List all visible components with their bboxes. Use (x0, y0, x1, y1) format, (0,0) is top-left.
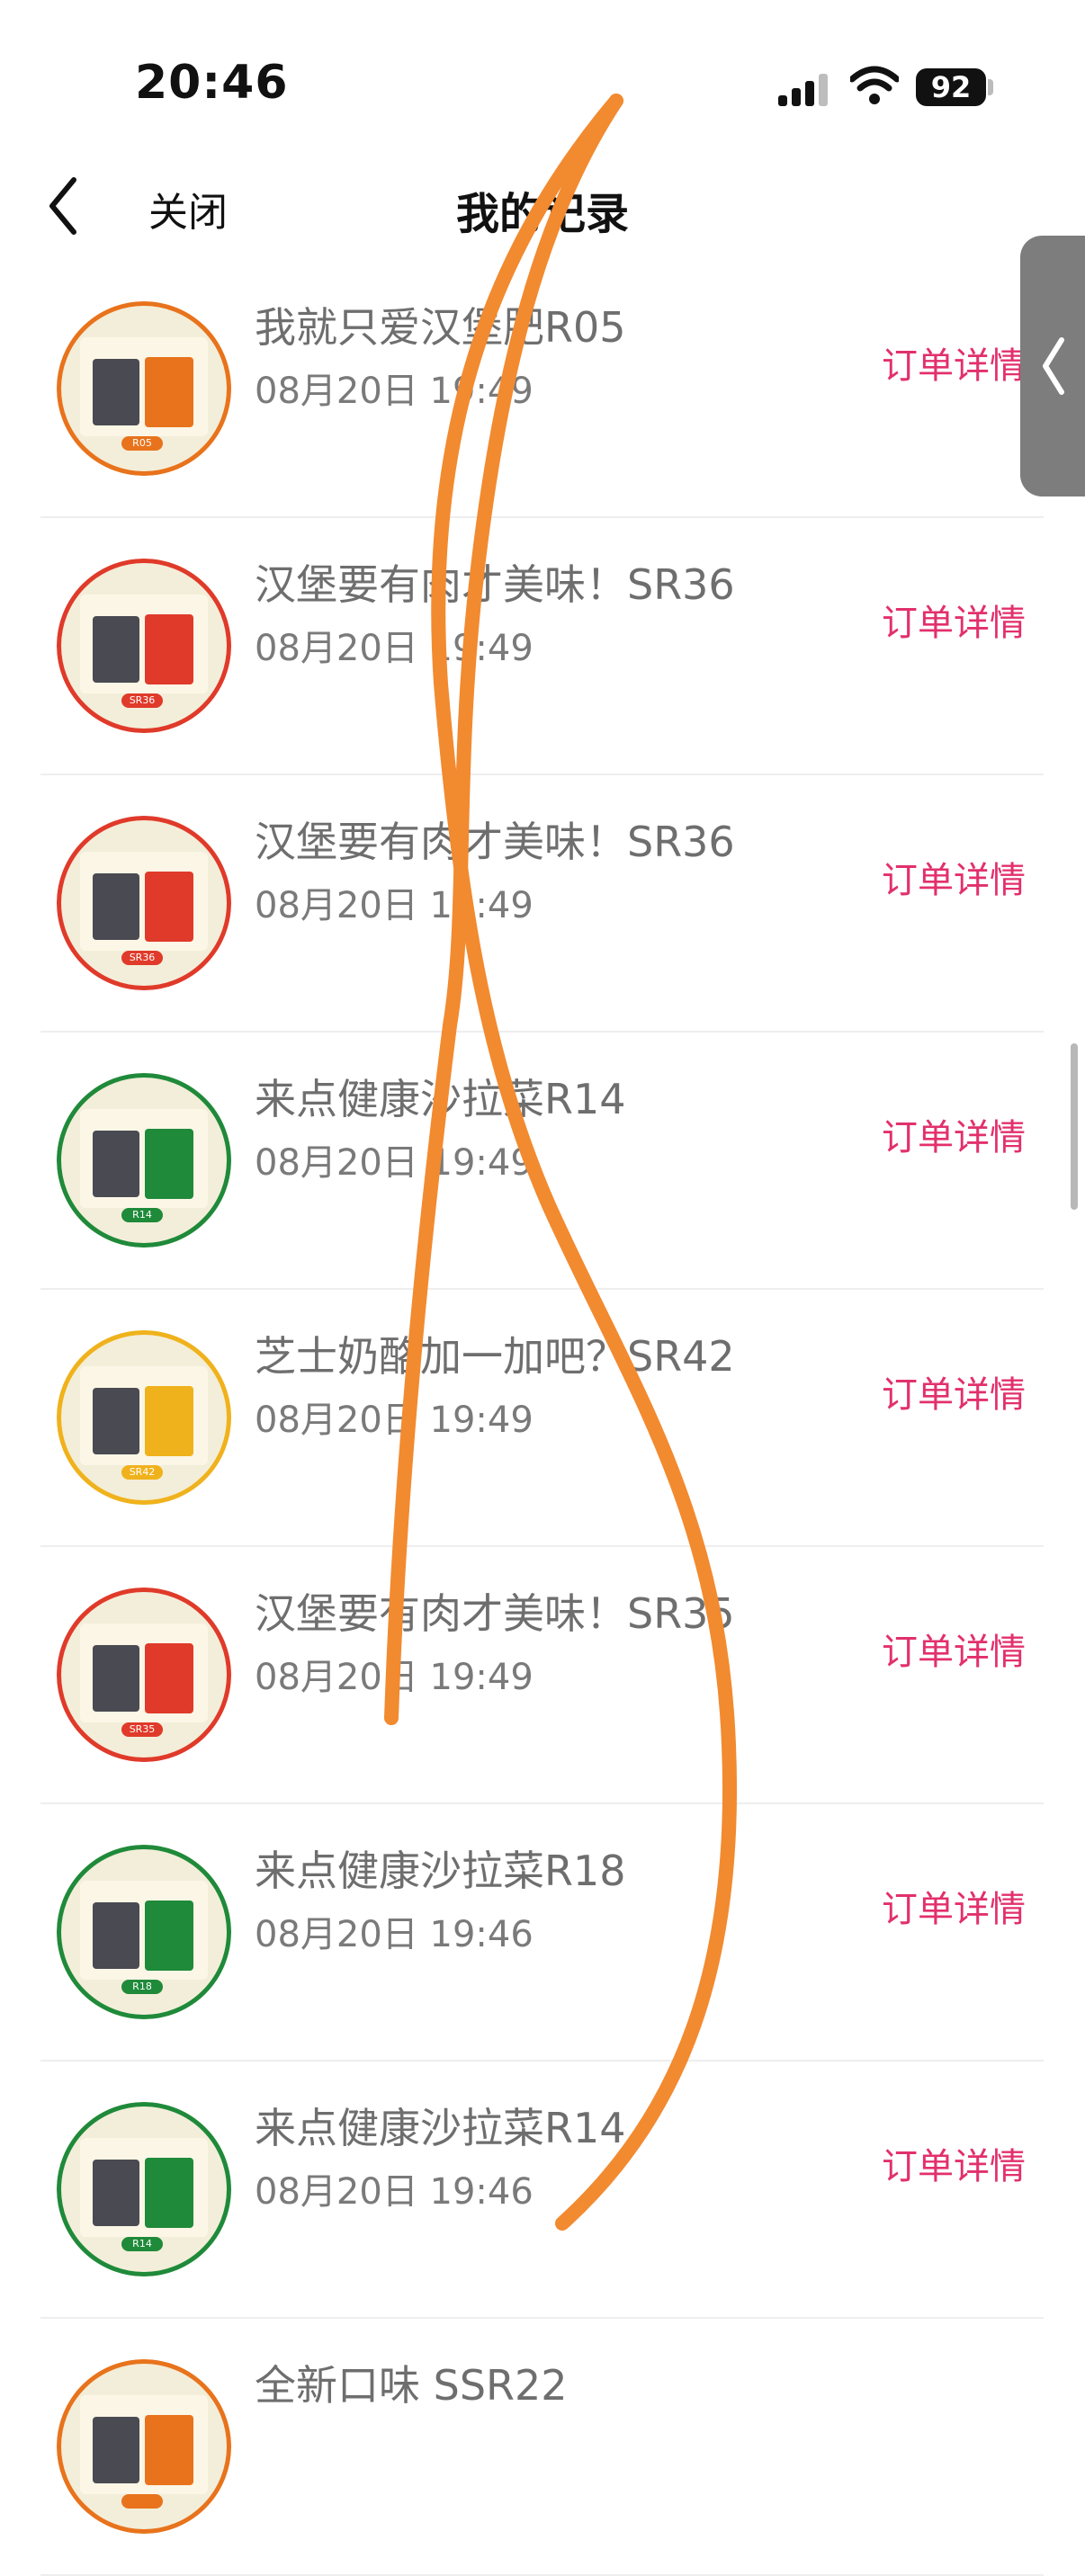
order-detail-link[interactable]: 订单详情 (882, 1623, 1026, 1675)
order-detail-link[interactable]: 订单详情 (882, 2137, 1026, 2189)
record-title: 我就只爱汉堡肥R05 (255, 303, 626, 352)
battery-level: 92 (916, 68, 986, 106)
record-row[interactable]: SR42 芝士奶酪加一加吧？SR42 08月20日 19:49 订单详情 (40, 1290, 1044, 1547)
record-time: 08月20日 19:49 (255, 1657, 534, 1698)
record-title: 来点健康沙拉菜R14 (255, 1075, 626, 1123)
order-detail-link[interactable]: 订单详情 (882, 594, 1026, 646)
thumbnail-rim (57, 1588, 231, 1762)
record-time: 08月20日 19:49 (255, 1400, 534, 1441)
order-detail-link[interactable]: 订单详情 (882, 1880, 1026, 1932)
thumbnail-rim (57, 2359, 231, 2534)
record-time: 08月20日 19:49 (255, 371, 534, 412)
record-time: 08月20日 19:49 (255, 885, 534, 926)
status-time: 20:46 (135, 56, 289, 110)
record-thumbnail: SR42 (57, 1330, 231, 1505)
record-title: 汉堡要有肉才美味！SR36 (255, 818, 735, 866)
record-list: R05 我就只爱汉堡肥R05 08月20日 19:49 订单详情 SR36 汉堡… (0, 261, 1044, 2576)
record-time: 08月20日 19:49 (255, 628, 534, 669)
battery-cap-icon (988, 79, 993, 95)
record-title: 来点健康沙拉菜R18 (255, 1847, 626, 1895)
record-row[interactable]: R14 来点健康沙拉菜R14 08月20日 19:46 订单详情 (40, 2062, 1044, 2319)
record-row[interactable]: R14 来点健康沙拉菜R14 08月20日 19:49 订单详情 (40, 1033, 1044, 1290)
record-thumbnail: R05 (57, 301, 231, 476)
thumbnail-rim (57, 559, 231, 733)
order-detail-link[interactable]: 订单详情 (882, 1108, 1026, 1160)
thumbnail-rim (57, 1073, 231, 1248)
record-row[interactable]: SR36 汉堡要有肉才美味！SR36 08月20日 19:49 订单详情 (40, 775, 1044, 1033)
cellular-signal-icon (778, 74, 829, 106)
record-time: 08月20日 19:46 (255, 2171, 534, 2213)
thumbnail-rim (57, 1330, 231, 1505)
order-detail-link[interactable]: 订单详情 (882, 851, 1026, 903)
order-detail-link[interactable]: 订单详情 (882, 1365, 1026, 1418)
record-row[interactable]: R05 我就只爱汉堡肥R05 08月20日 19:49 订单详情 (40, 261, 1044, 518)
record-row[interactable]: 全新口味 SSR22 (40, 2319, 1044, 2576)
record-title: 汉堡要有肉才美味！SR36 (255, 560, 735, 609)
thumbnail-rim (57, 1845, 231, 2019)
record-thumbnail (57, 2359, 231, 2534)
record-thumbnail: R18 (57, 1845, 231, 2019)
thumbnail-rim (57, 301, 231, 476)
record-thumbnail: R14 (57, 2102, 231, 2276)
record-title: 全新口味 SSR22 (255, 2361, 568, 2410)
record-title: 来点健康沙拉菜R14 (255, 2104, 626, 2152)
wifi-icon (850, 66, 899, 104)
record-thumbnail: SR36 (57, 559, 231, 733)
record-row[interactable]: SR35 汉堡要有肉才美味！SR35 08月20日 19:49 订单详情 (40, 1547, 1044, 1804)
close-button[interactable]: 关闭 (148, 180, 228, 237)
record-time: 08月20日 19:49 (255, 1142, 534, 1184)
record-thumbnail: SR36 (57, 816, 231, 990)
scroll-indicator[interactable] (1071, 1043, 1078, 1210)
order-detail-link[interactable]: 订单详情 (882, 336, 1026, 389)
chevron-left-icon (1043, 337, 1064, 395)
record-thumbnail: SR35 (57, 1588, 231, 1762)
thumbnail-rim (57, 816, 231, 990)
status-bar: 20:46 92 (0, 0, 1085, 135)
record-row[interactable]: R18 来点健康沙拉菜R18 08月20日 19:46 订单详情 (40, 1804, 1044, 2062)
side-drawer-handle[interactable] (1020, 236, 1085, 496)
nav-bar: 我的记录 关闭 (0, 153, 1085, 261)
record-row[interactable]: SR36 汉堡要有肉才美味！SR36 08月20日 19:49 订单详情 (40, 518, 1044, 775)
record-title: 芝士奶酪加一加吧？SR42 (255, 1332, 735, 1381)
record-time: 08月20日 19:46 (255, 1914, 534, 1955)
thumbnail-rim (57, 2102, 231, 2276)
record-title: 汉堡要有肉才美味！SR35 (255, 1589, 735, 1638)
record-thumbnail: R14 (57, 1073, 231, 1248)
